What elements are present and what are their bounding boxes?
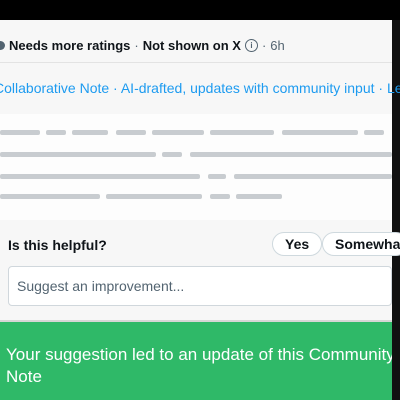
community-note-card: Needs more ratings · Not shown on X i · … [0, 20, 400, 320]
redacted-word [208, 174, 226, 179]
suggest-improvement-input[interactable] [15, 277, 379, 295]
redacted-word [0, 194, 100, 199]
redacted-word [282, 130, 358, 135]
success-toast: Your suggestion led to an update of this… [0, 322, 392, 400]
helpful-question: Is this helpful? [8, 237, 107, 253]
note-visibility: Not shown on X [142, 37, 241, 53]
note-body-redacted [0, 114, 392, 220]
redacted-word [72, 130, 108, 135]
redacted-word [210, 194, 230, 199]
redacted-word [116, 130, 146, 135]
helpful-rating-row: Is this helpful? Yes Somewhat [0, 230, 400, 266]
divider [0, 62, 392, 63]
note-status: Needs more ratings [9, 37, 131, 53]
redacted-word [364, 130, 384, 135]
toast-message: Your suggestion led to an update of this… [6, 345, 392, 386]
separator: · [261, 37, 267, 53]
info-icon[interactable]: i [244, 38, 258, 52]
separator: · [134, 37, 139, 53]
redacted-word [236, 194, 282, 199]
redacted-word [46, 130, 66, 135]
redacted-word [210, 130, 274, 135]
note-timestamp: 6h [270, 37, 285, 53]
top-bar [0, 0, 400, 20]
redacted-word [0, 152, 156, 157]
redacted-word [106, 194, 202, 199]
collaborative-note-link[interactable]: Collaborative Note · AI-drafted, updates… [0, 80, 400, 96]
redacted-word [234, 174, 392, 179]
redacted-word [152, 130, 204, 135]
frame-edge [392, 20, 400, 400]
rate-somewhat-button[interactable]: Somewhat [322, 232, 400, 256]
note-status-row: Needs more ratings · Not shown on X i · … [0, 36, 285, 54]
rate-yes-button[interactable]: Yes [272, 232, 323, 256]
suggest-improvement-field[interactable] [8, 266, 392, 306]
redacted-word [0, 130, 40, 135]
redacted-word [162, 152, 182, 157]
status-dot-icon [0, 40, 5, 50]
redacted-word [190, 152, 392, 157]
redacted-word [0, 174, 200, 179]
